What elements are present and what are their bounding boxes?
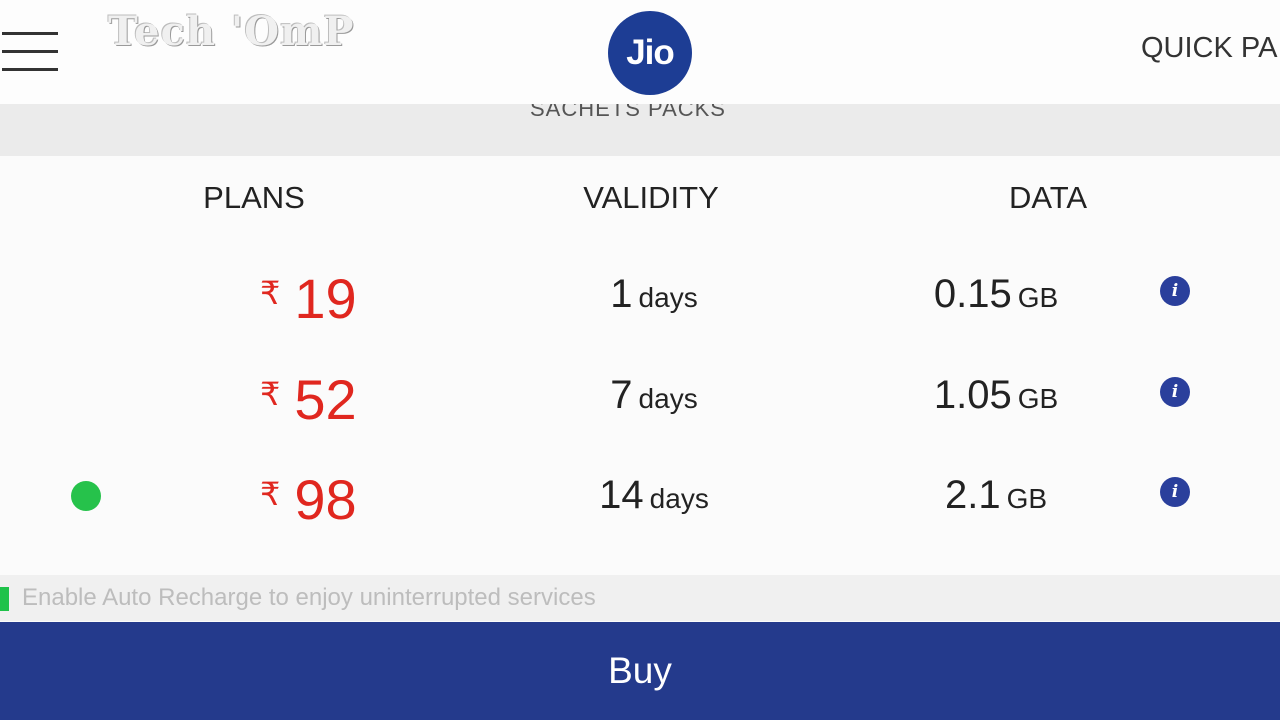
validity-value: 14 <box>599 473 644 517</box>
data-value: 2.1 <box>944 473 1001 517</box>
hamburger-menu-icon[interactable] <box>0 30 60 74</box>
plan-validity: 1 days <box>610 272 697 317</box>
data-unit: GB <box>1006 483 1048 514</box>
data-value: 1.05 <box>933 373 1012 417</box>
plan-data: 2.1 GB <box>945 473 1047 518</box>
info-icon[interactable]: i <box>1160 276 1190 306</box>
plan-data: 1.05 GB <box>934 373 1058 418</box>
plan-row[interactable]: ₹52 7 days 1.05 GB i <box>0 349 1280 439</box>
column-header-plans: PLANS <box>203 180 305 215</box>
plan-price: ₹98 <box>260 467 357 532</box>
plan-amount: 19 <box>294 267 357 330</box>
validity-value: 7 <box>610 373 633 417</box>
column-header-data: DATA <box>1008 180 1088 215</box>
rupee-symbol: ₹ <box>260 476 281 512</box>
checkbox-icon[interactable] <box>0 587 9 611</box>
rupee-symbol: ₹ <box>260 275 281 311</box>
validity-value: 1 <box>610 272 633 316</box>
validity-unit: days <box>638 383 698 414</box>
validity-unit: days <box>649 483 709 514</box>
data-value: 0.15 <box>933 272 1012 316</box>
app-header: Tech 'OmP Jio QUICK PA <box>0 0 1280 104</box>
buy-button[interactable]: Buy <box>0 622 1280 720</box>
data-unit: GB <box>1017 383 1059 414</box>
plan-amount: 52 <box>294 368 357 431</box>
plan-row-selected[interactable]: ₹98 14 days 2.1 GB i <box>0 449 1280 539</box>
auto-recharge-text: Enable Auto Recharge to enjoy uninterrup… <box>22 584 596 611</box>
watermark: Tech 'OmP <box>108 8 355 55</box>
radio-selected-icon[interactable] <box>71 481 101 511</box>
rupee-symbol: ₹ <box>260 376 281 412</box>
quick-pay-link[interactable]: QUICK PA <box>1141 32 1277 65</box>
pack-category-label: SACHETS PACKS <box>530 104 726 121</box>
plan-data: 0.15 GB <box>934 272 1058 317</box>
plan-validity: 7 days <box>610 373 697 418</box>
plan-validity: 14 days <box>599 473 709 518</box>
column-header-validity: VALIDITY <box>583 180 719 215</box>
validity-unit: days <box>638 282 698 313</box>
info-icon[interactable]: i <box>1160 377 1190 407</box>
data-unit: GB <box>1017 282 1059 313</box>
jio-logo[interactable]: Jio <box>608 11 692 95</box>
plan-amount: 98 <box>294 468 357 531</box>
pack-category-bar: SACHETS PACKS <box>0 104 1280 156</box>
plan-price: ₹52 <box>260 367 357 432</box>
info-icon[interactable]: i <box>1160 477 1190 507</box>
plan-row[interactable]: ₹19 1 days 0.15 GB i <box>0 248 1280 338</box>
plan-price: ₹19 <box>260 266 357 331</box>
auto-recharge-bar[interactable]: Enable Auto Recharge to enjoy uninterrup… <box>0 575 1280 621</box>
